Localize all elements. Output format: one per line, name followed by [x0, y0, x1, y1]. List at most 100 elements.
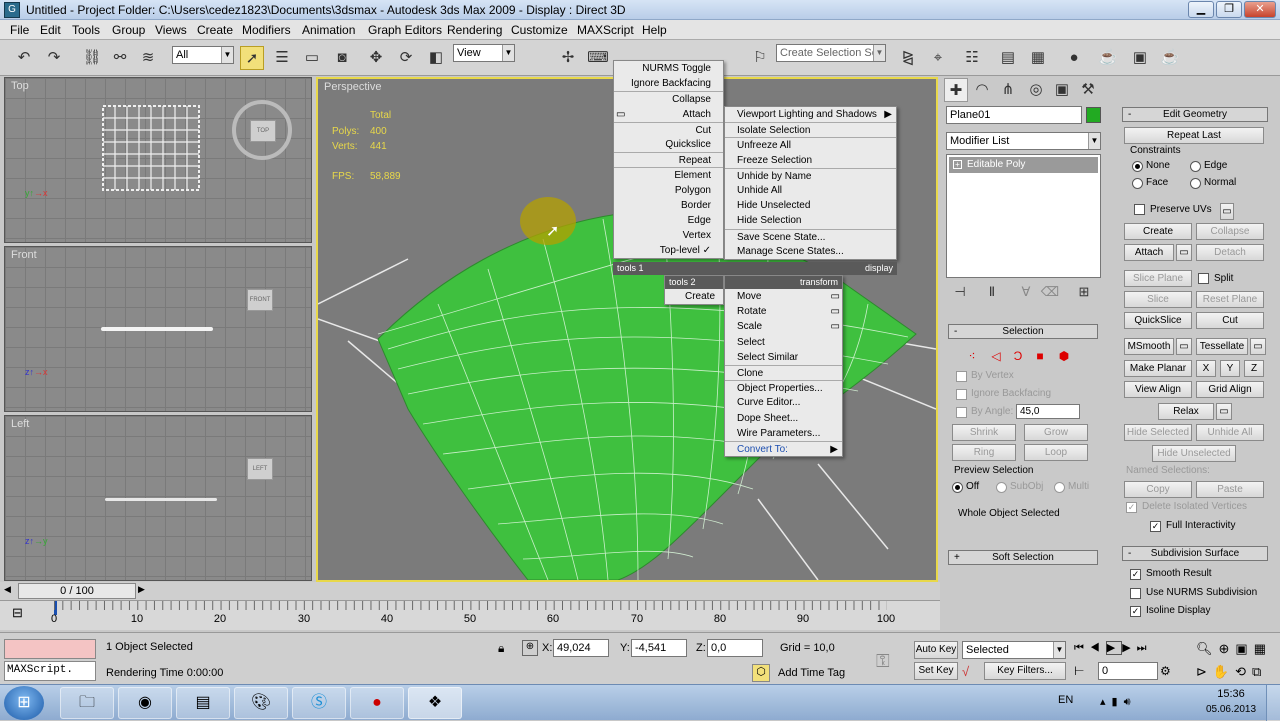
vertex-mode-icon[interactable]: ⁖ — [960, 344, 984, 368]
settings-box-icon[interactable]: ▭ — [831, 304, 840, 319]
keyboard-shortcut-icon[interactable]: ⌨ — [586, 46, 610, 70]
play-icon[interactable]: ▶ — [1105, 641, 1123, 655]
ignore-backfacing-checkbox[interactable] — [956, 389, 967, 400]
material-editor-icon[interactable]: ● — [1062, 46, 1086, 70]
auto-key-button[interactable]: Auto Key — [914, 641, 958, 659]
show-end-result-icon[interactable]: Ⅱ — [980, 280, 1004, 304]
select-link-icon[interactable]: ⛓ — [80, 46, 104, 70]
viewport-left[interactable]: Left LEFT z↑→y — [4, 415, 312, 581]
menu-rendering[interactable]: Rendering — [447, 23, 502, 37]
y-coordinate-field[interactable]: -4,541 — [631, 639, 687, 657]
menu-item-rotate[interactable]: Rotate ▭ — [725, 304, 842, 319]
edit-geometry-rollout-header[interactable]: - Edit Geometry — [1122, 107, 1268, 122]
element-mode-icon[interactable]: ⬢ — [1052, 344, 1076, 368]
zoom-all-icon[interactable]: ⊕ — [1219, 641, 1236, 656]
menu-item-top-level[interactable]: Top-level ✓ — [614, 243, 723, 258]
ring-button[interactable]: Ring — [952, 444, 1016, 461]
create-tab-icon[interactable]: ✚ — [944, 78, 968, 102]
key-mode-toggle-icon[interactable]: ⊢ — [1074, 664, 1084, 678]
rectangular-selection-icon[interactable]: ▭ — [300, 46, 324, 70]
planar-x-button[interactable]: X — [1196, 360, 1216, 377]
menu-create[interactable]: Create — [197, 23, 233, 37]
scale-icon[interactable]: ◧ — [424, 46, 448, 70]
rotate-icon[interactable]: ⟳ — [394, 46, 418, 70]
delete-isolated-checkbox[interactable]: ✓ — [1126, 502, 1137, 513]
settings-box-icon[interactable]: ▭ — [831, 289, 840, 304]
tessellate-button[interactable]: Tessellate — [1196, 338, 1248, 355]
3dsmax-taskbar-icon[interactable]: ❖ — [408, 687, 462, 719]
chrome-taskbar-icon[interactable]: ◉ — [118, 687, 172, 719]
menu-item-dope-sheet[interactable]: Dope Sheet... — [725, 411, 842, 426]
hide-unselected-button[interactable]: Hide Unselected — [1152, 445, 1236, 462]
preview-subobj-radio[interactable] — [996, 482, 1007, 493]
menu-item-move[interactable]: Move ▭ — [725, 289, 842, 304]
display-tab-icon[interactable]: ▣ — [1050, 78, 1074, 102]
viewcube-left[interactable]: LEFT — [247, 458, 273, 480]
previous-frame-icon[interactable]: ◀ — [1090, 642, 1106, 654]
remove-modifier-icon[interactable]: ⌫ — [1038, 280, 1062, 304]
viewport-front[interactable]: Front FRONT z↑→x — [4, 246, 312, 412]
curve-editor-icon[interactable]: ▤ — [996, 46, 1020, 70]
redo-icon[interactable]: ↷ — [42, 46, 66, 70]
field-of-view-icon[interactable]: ⊳ — [1196, 664, 1213, 679]
z-coordinate-field[interactable]: 0,0 — [707, 639, 763, 657]
menu-item-hide-selection[interactable]: Hide Selection — [725, 213, 896, 228]
rendered-frame-window-icon[interactable]: ▣ — [1128, 46, 1152, 70]
view-align-button[interactable]: View Align — [1124, 381, 1192, 398]
slice-plane-button[interactable]: Slice Plane — [1124, 270, 1192, 287]
default-tangents-icon[interactable]: √ — [962, 664, 969, 679]
msmooth-button[interactable]: MSmooth — [1124, 338, 1174, 355]
network-icon[interactable]: ▮ — [1112, 696, 1124, 708]
select-by-name-icon[interactable]: ☰ — [270, 46, 294, 70]
menu-customize[interactable]: Customize — [511, 23, 568, 37]
border-mode-icon[interactable]: Ͻ — [1006, 344, 1030, 368]
attach-settings-button[interactable]: ▭ — [1176, 244, 1192, 261]
language-indicator[interactable]: EN — [1058, 694, 1073, 706]
layer-manager-icon[interactable]: ☷ — [960, 46, 984, 70]
zoom-icon[interactable]: 🔍︎ — [1196, 641, 1219, 656]
msmooth-settings-button[interactable]: ▭ — [1176, 338, 1192, 355]
viewport-label[interactable]: Top — [11, 80, 29, 92]
relax-button[interactable]: Relax — [1158, 403, 1214, 420]
reference-coordinate-dropdown[interactable]: View ▼ — [453, 44, 515, 62]
preserve-uvs-settings-button[interactable]: ▭ — [1220, 203, 1234, 220]
make-planar-button[interactable]: Make Planar — [1124, 360, 1192, 377]
menu-item-ignore-backfacing[interactable]: Ignore Backfacing — [614, 76, 723, 91]
clock-time[interactable]: 15:36 — [1206, 688, 1256, 700]
menu-graph-editors[interactable]: Graph Editors — [368, 23, 442, 37]
viewport-label[interactable]: Left — [11, 418, 29, 430]
minimize-button[interactable]: ▁ — [1188, 1, 1214, 18]
set-key-button[interactable]: Set Key — [914, 662, 958, 680]
viewport-label[interactable]: Front — [11, 249, 37, 261]
explorer-taskbar-icon[interactable]: 🗀 — [60, 687, 114, 719]
lock-icon[interactable]: 🔒︎ — [498, 641, 504, 656]
zoom-extents-icon[interactable]: ▣ — [1235, 641, 1253, 656]
zoom-extents-all-icon[interactable]: ▦ — [1254, 641, 1272, 656]
viewcube-top[interactable]: TOP — [250, 120, 276, 142]
time-slider-thumb[interactable]: 0 / 100 — [18, 583, 136, 599]
show-hidden-icons-icon[interactable]: ▴ — [1100, 696, 1112, 708]
go-to-end-icon[interactable]: ⏭ — [1137, 642, 1153, 654]
window-crossing-icon[interactable]: ◙ — [330, 46, 354, 70]
menu-item-quickslice[interactable]: Quickslice — [614, 137, 723, 152]
attach-button[interactable]: Attach — [1124, 244, 1174, 261]
maxscript-mini-listener-top[interactable] — [4, 639, 96, 659]
paint-taskbar-icon[interactable]: 🎨︎ — [234, 687, 288, 719]
named-selection-dropdown[interactable]: Create Selection Set ▼ — [776, 44, 886, 62]
settings-box-icon[interactable]: ▭ — [616, 107, 625, 122]
menu-item-element[interactable]: Element — [614, 167, 723, 182]
unhide-all-button[interactable]: Unhide All — [1196, 424, 1264, 441]
mirror-icon[interactable]: ⧎ — [896, 46, 920, 70]
maxscript-mini-listener[interactable]: MAXScript. — [4, 661, 96, 681]
menu-item-isolate-selection[interactable]: Isolate Selection — [725, 122, 896, 137]
full-interactivity-checkbox[interactable]: ✓ — [1150, 521, 1161, 532]
stack-item-editable-poly[interactable]: + Editable Poly — [949, 157, 1098, 173]
menu-item-repeat[interactable]: Repeat — [614, 152, 723, 167]
motion-tab-icon[interactable]: ◎ — [1024, 78, 1048, 102]
tessellate-settings-button[interactable]: ▭ — [1250, 338, 1266, 355]
menu-edit[interactable]: Edit — [40, 23, 61, 37]
close-button[interactable]: ✕ — [1244, 1, 1276, 18]
angle-spinner-field[interactable]: 45,0 — [1016, 404, 1080, 419]
menu-item-hide-unselected[interactable]: Hide Unselected — [725, 198, 896, 213]
quick-render-icon[interactable]: ☕ — [1158, 46, 1182, 70]
